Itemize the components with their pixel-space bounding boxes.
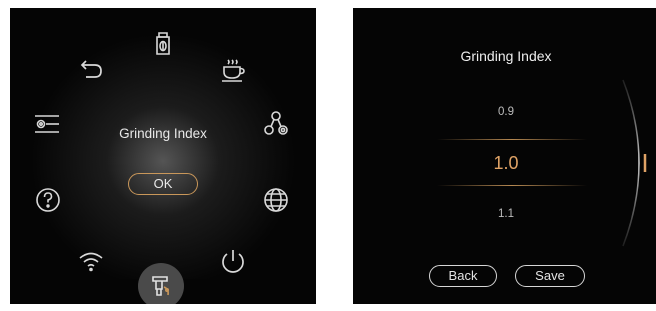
bean-hopper-icon[interactable] [148, 28, 178, 58]
value-option-below[interactable]: 1.1 [353, 208, 656, 220]
back-arrow-icon[interactable] [76, 55, 106, 85]
wifi-icon[interactable] [76, 246, 106, 276]
globe-icon[interactable] [261, 185, 291, 215]
grinding-index-picker-screen: Grinding Index 0.9 1.0 1.1 Back Save [353, 8, 656, 304]
center-glow [30, 33, 296, 279]
screen-title: Grinding Index [460, 48, 552, 64]
grinding-index-dial-screen: Grinding Index OK [10, 8, 316, 304]
value-option-above[interactable]: 0.9 [353, 106, 656, 118]
back-button[interactable]: Back [429, 265, 497, 287]
selection-divider-bottom [437, 185, 587, 186]
selection-divider-top [437, 139, 587, 140]
scroll-arc-indicator[interactable] [615, 78, 655, 248]
ok-button[interactable]: OK [128, 173, 198, 195]
coffee-cup-icon[interactable] [218, 55, 248, 85]
grinder-icon[interactable] [146, 271, 176, 301]
help-icon[interactable] [33, 185, 63, 215]
value-option-selected[interactable]: 1.0 [353, 153, 656, 174]
power-icon[interactable] [218, 246, 248, 276]
save-button[interactable]: Save [515, 265, 585, 287]
center-label: Grinding Index [119, 126, 207, 141]
